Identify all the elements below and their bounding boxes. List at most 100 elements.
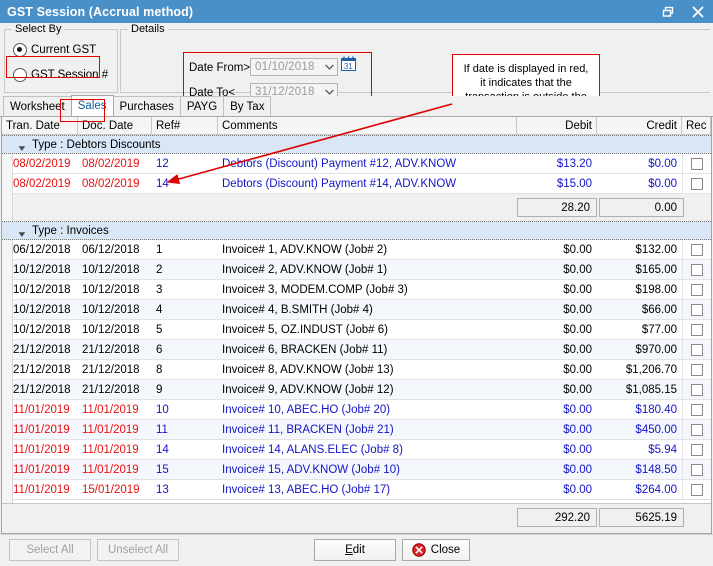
- group-total-row: 28.20 0.00: [2, 194, 711, 221]
- select-all-button[interactable]: Select All: [9, 539, 91, 561]
- radio-gst-session[interactable]: GST Session #: [13, 68, 108, 82]
- collapse-triangle-icon[interactable]: [18, 229, 26, 241]
- chevron-down-icon: [321, 64, 337, 70]
- column-header-comments[interactable]: Comments: [218, 117, 517, 134]
- cell-rec[interactable]: [682, 480, 711, 499]
- cell-rec[interactable]: [682, 340, 711, 359]
- column-header-debit[interactable]: Debit: [517, 117, 597, 134]
- cell-rec[interactable]: [682, 400, 711, 419]
- cell-rec[interactable]: [682, 460, 711, 479]
- column-header-credit[interactable]: Credit: [597, 117, 682, 134]
- close-icon[interactable]: [683, 0, 713, 23]
- cell-debit: $0.00: [517, 300, 597, 319]
- rec-checkbox[interactable]: [691, 178, 703, 190]
- cell-debit: $13.20: [517, 154, 597, 173]
- cell-rec[interactable]: [682, 360, 711, 379]
- table-row[interactable]: 21/12/201821/12/20188Invoice# 8, ADV.KNO…: [2, 360, 711, 380]
- edit-button[interactable]: Edit: [314, 539, 396, 561]
- cell-rec[interactable]: [682, 240, 711, 259]
- collapse-triangle-icon[interactable]: [18, 143, 26, 155]
- radio-current-gst[interactable]: Current GST: [13, 43, 96, 57]
- cell-ref: 4: [152, 300, 218, 319]
- date-from-label: Date From>: [189, 62, 250, 74]
- rec-checkbox[interactable]: [691, 244, 703, 256]
- bottom-button-bar: Select All Unselect All Edit Close: [0, 534, 713, 566]
- table-row[interactable]: 08/02/2019 08/02/2019 14 Debtors (Discou…: [2, 174, 711, 194]
- column-header-ref[interactable]: Ref#: [152, 117, 218, 134]
- tab-payg-label: PAYG: [187, 101, 217, 113]
- table-row[interactable]: 10/12/201810/12/20184Invoice# 4, B.SMITH…: [2, 300, 711, 320]
- cell-rec[interactable]: [682, 300, 711, 319]
- group-header-row[interactable]: Type : Debtors Discounts: [2, 135, 711, 154]
- table-row[interactable]: 11/01/201911/01/201910Invoice# 10, ABEC.…: [2, 400, 711, 420]
- cell-tran-date: 21/12/2018: [2, 340, 78, 359]
- cell-rec[interactable]: [682, 154, 711, 173]
- tab-purchases[interactable]: Purchases: [113, 96, 181, 116]
- cell-comments: Invoice# 6, BRACKEN (Job# 11): [218, 340, 517, 359]
- table-row[interactable]: 11/01/201911/01/201911Invoice# 11, BRACK…: [2, 420, 711, 440]
- tab-by-tax[interactable]: By Tax: [223, 96, 271, 116]
- table-row[interactable]: 08/02/2019 08/02/2019 12 Debtors (Discou…: [2, 154, 711, 174]
- tab-payg[interactable]: PAYG: [180, 96, 224, 116]
- column-header-doc-date[interactable]: Doc. Date: [78, 117, 152, 134]
- cell-rec[interactable]: [682, 260, 711, 279]
- unselect-all-button[interactable]: Unselect All: [97, 539, 179, 561]
- table-row[interactable]: 21/12/201821/12/20186Invoice# 6, BRACKEN…: [2, 340, 711, 360]
- table-row[interactable]: 10/12/201810/12/20183Invoice# 3, MODEM.C…: [2, 280, 711, 300]
- column-header-tran-date[interactable]: Tran. Date: [2, 117, 78, 134]
- cell-debit: $0.00: [517, 460, 597, 479]
- cell-doc-date: 10/12/2018: [78, 300, 152, 319]
- rec-checkbox[interactable]: [691, 304, 703, 316]
- rec-checkbox[interactable]: [691, 364, 703, 376]
- tab-worksheet[interactable]: Worksheet: [3, 96, 72, 116]
- cell-ref: 14: [152, 440, 218, 459]
- rec-checkbox[interactable]: [691, 404, 703, 416]
- cell-rec[interactable]: [682, 280, 711, 299]
- tab-worksheet-label: Worksheet: [10, 101, 65, 113]
- table-row[interactable]: 11/01/201911/01/201915Invoice# 15, ADV.K…: [2, 460, 711, 480]
- rec-checkbox[interactable]: [691, 444, 703, 456]
- cell-comments: Debtors (Discount) Payment #12, ADV.KNOW: [218, 154, 517, 173]
- column-header-rec[interactable]: Rec: [682, 117, 711, 134]
- rec-checkbox[interactable]: [691, 344, 703, 356]
- table-row[interactable]: 10/12/201810/12/20182Invoice# 2, ADV.KNO…: [2, 260, 711, 280]
- cell-ref: 8: [152, 360, 218, 379]
- transactions-grid: Tran. Date Doc. Date Ref# Comments Debit…: [1, 117, 712, 534]
- rec-checkbox[interactable]: [691, 264, 703, 276]
- rec-checkbox[interactable]: [691, 158, 703, 170]
- cell-credit: $198.00: [597, 280, 682, 299]
- cell-doc-date: 21/12/2018: [78, 360, 152, 379]
- rec-checkbox[interactable]: [691, 484, 703, 496]
- cell-credit: $66.00: [597, 300, 682, 319]
- cell-tran-date: 06/12/2018: [2, 240, 78, 259]
- details-legend: Details: [128, 23, 168, 35]
- rec-checkbox[interactable]: [691, 424, 703, 436]
- table-row[interactable]: 10/12/201810/12/20185Invoice# 5, OZ.INDU…: [2, 320, 711, 340]
- title-bar: GST Session (Accrual method): [0, 0, 713, 23]
- cell-rec[interactable]: [682, 420, 711, 439]
- rec-checkbox[interactable]: [691, 324, 703, 336]
- cell-rec[interactable]: [682, 174, 711, 193]
- rec-checkbox[interactable]: [691, 384, 703, 396]
- cell-debit: $15.00: [517, 174, 597, 193]
- cell-rec[interactable]: [682, 380, 711, 399]
- table-row[interactable]: 11/01/201911/01/201914Invoice# 14, ALANS…: [2, 440, 711, 460]
- table-row[interactable]: 11/01/201915/01/201913Invoice# 13, ABEC.…: [2, 480, 711, 500]
- cell-credit: $450.00: [597, 420, 682, 439]
- restore-icon[interactable]: [653, 0, 683, 23]
- rec-checkbox[interactable]: [691, 284, 703, 296]
- table-row[interactable]: 21/12/201821/12/20189Invoice# 9, ADV.KNO…: [2, 380, 711, 400]
- tab-sales[interactable]: Sales: [71, 95, 114, 116]
- tab-by-tax-label: By Tax: [230, 101, 264, 113]
- cell-rec[interactable]: [682, 440, 711, 459]
- group-header-row[interactable]: Type : Invoices: [2, 221, 711, 240]
- cell-tran-date: 21/12/2018: [2, 380, 78, 399]
- calendar-icon[interactable]: 31: [341, 56, 356, 71]
- rec-checkbox[interactable]: [691, 464, 703, 476]
- table-row[interactable]: 06/12/201806/12/20181Invoice# 1, ADV.KNO…: [2, 240, 711, 260]
- cell-comments: Invoice# 8, ADV.KNOW (Job# 13): [218, 360, 517, 379]
- cell-comments: Invoice# 3, MODEM.COMP (Job# 3): [218, 280, 517, 299]
- cell-rec[interactable]: [682, 320, 711, 339]
- date-from-input[interactable]: 01/10/2018: [250, 58, 338, 76]
- close-button[interactable]: Close: [402, 539, 470, 561]
